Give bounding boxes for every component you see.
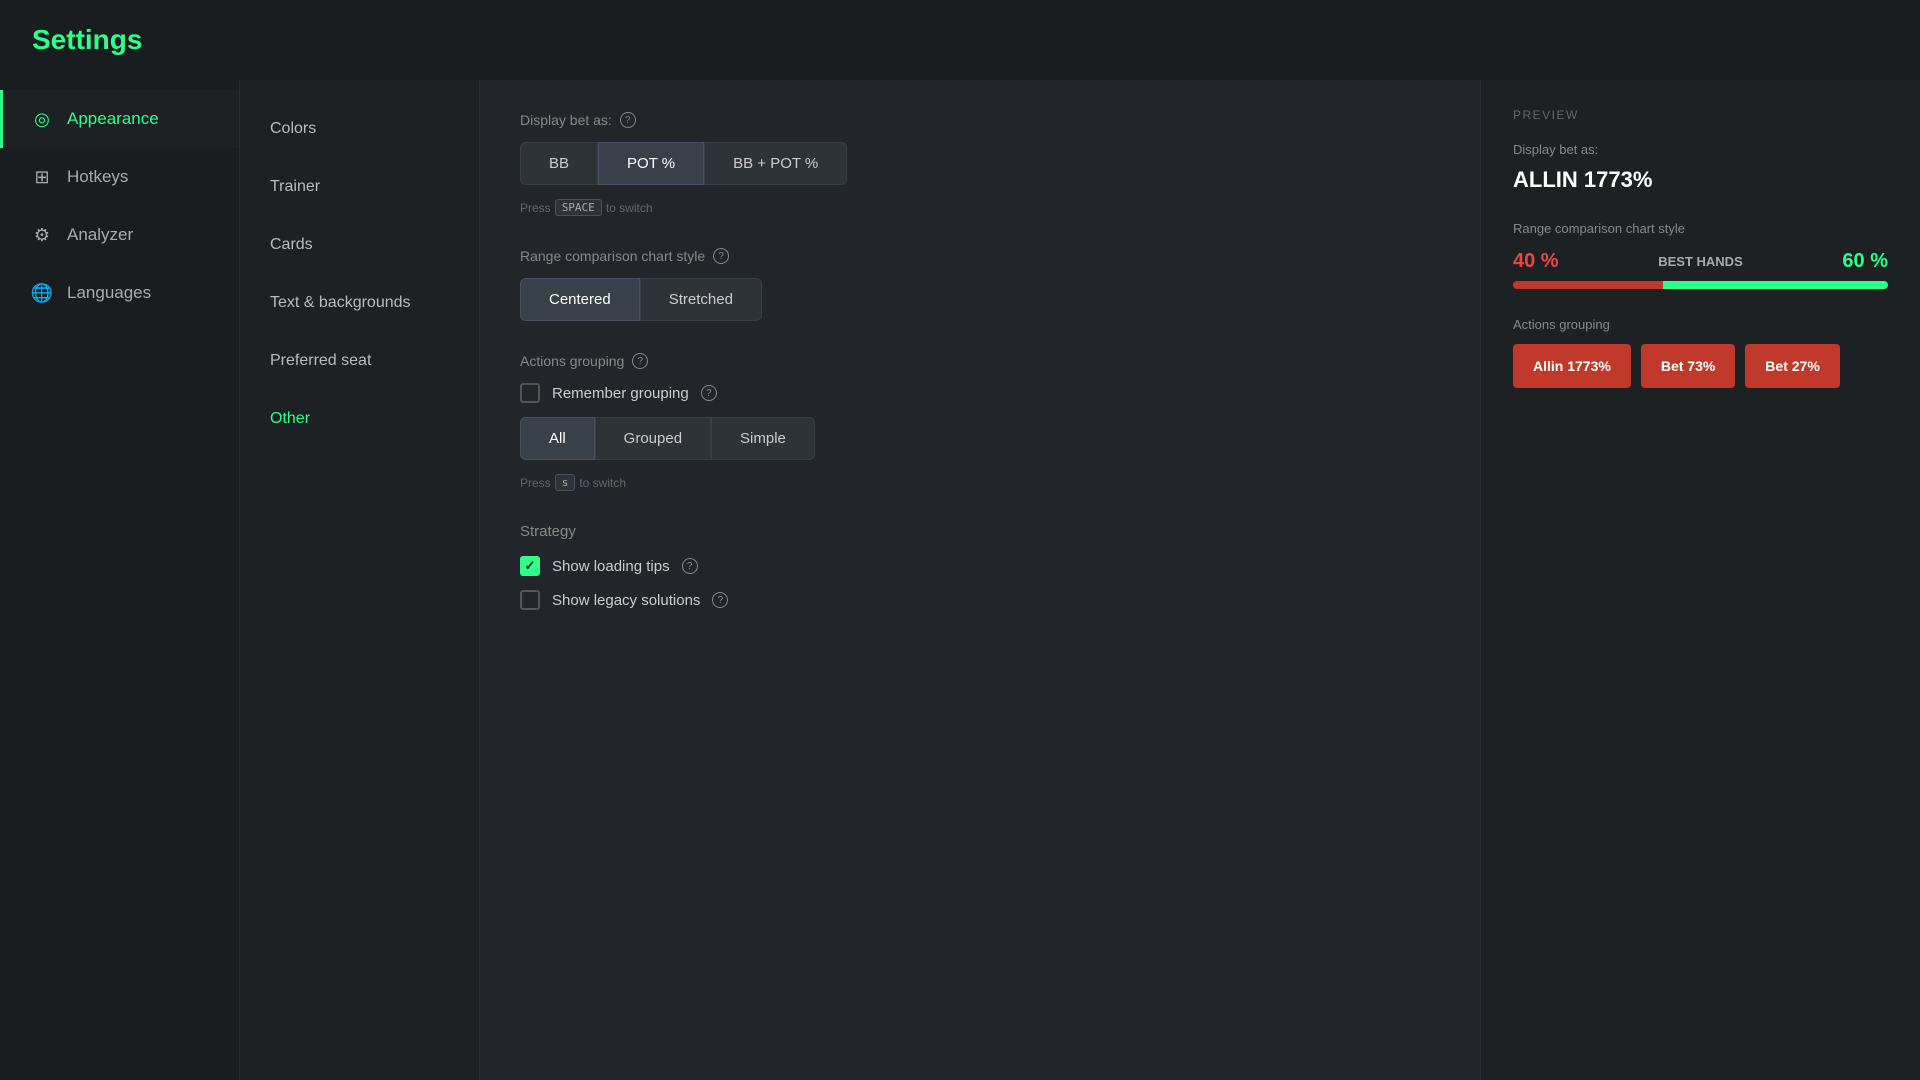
sidebar-label-languages: Languages (67, 283, 151, 303)
preview-chart: 40 % BEST HANDS 60 % (1513, 250, 1888, 289)
appearance-icon: ◎ (31, 108, 53, 130)
chart-row: 40 % BEST HANDS 60 % (1513, 250, 1888, 273)
preview-panel: PREVIEW Display bet as: ALLIN 1773% Rang… (1480, 80, 1920, 1080)
show-loading-tips-help-icon[interactable]: ? (682, 558, 698, 574)
show-legacy-solutions-checkbox[interactable] (520, 590, 540, 610)
preview-allin-btn[interactable]: Allin 1773% (1513, 344, 1631, 388)
show-legacy-solutions-row: Show legacy solutions ? (520, 590, 1440, 610)
chart-bar-container (1513, 281, 1888, 289)
display-bet-label: Display bet as: ? (520, 112, 1440, 128)
display-bet-bb-btn[interactable]: BB (520, 142, 598, 185)
actions-grouping-btn-group: All Grouped Simple (520, 417, 1440, 460)
show-loading-tips-label: Show loading tips (552, 558, 670, 575)
preview-action-btns: Allin 1773% Bet 73% Bet 27% (1513, 344, 1888, 388)
sidebar-item-hotkeys[interactable]: ⊞ Hotkeys (0, 148, 239, 206)
actions-all-btn[interactable]: All (520, 417, 595, 460)
strategy-label: Strategy (520, 523, 1440, 540)
chart-bar-right (1663, 281, 1888, 289)
sidebar-item-analyzer[interactable]: ⚙ Analyzer (0, 206, 239, 264)
page-title: Settings (32, 24, 142, 55)
strategy-section: Strategy Show loading tips ? Show legacy… (520, 523, 1440, 610)
analyzer-icon: ⚙ (31, 224, 53, 246)
range-chart-centered-btn[interactable]: Centered (520, 278, 640, 321)
chart-center-label: BEST HANDS (1658, 254, 1743, 269)
actions-grouped-btn[interactable]: Grouped (595, 417, 711, 460)
header: Settings (0, 0, 1920, 80)
sidebar-item-appearance[interactable]: ◎ Appearance (0, 90, 239, 148)
display-bet-press-hint: Press SPACE to switch (520, 199, 1440, 216)
display-bet-btn-group: BB POT % BB + POT % (520, 142, 1440, 185)
display-bet-bbpot-btn[interactable]: BB + POT % (704, 142, 847, 185)
preview-grouping-label: Actions grouping (1513, 317, 1888, 332)
sidebar-item-languages[interactable]: 🌐 Languages (0, 264, 239, 322)
range-chart-section: Range comparison chart style ? Centered … (520, 248, 1440, 321)
sidebar-label-hotkeys: Hotkeys (67, 167, 128, 187)
show-legacy-solutions-help-icon[interactable]: ? (712, 592, 728, 608)
remember-grouping-help-icon[interactable]: ? (701, 385, 717, 401)
display-bet-help-icon[interactable]: ? (620, 112, 636, 128)
chart-right-pct: 60 % (1842, 250, 1888, 273)
remember-grouping-row: Remember grouping ? (520, 383, 1440, 403)
preview-bet27-btn[interactable]: Bet 27% (1745, 344, 1839, 388)
sub-item-trainer[interactable]: Trainer (240, 158, 479, 216)
remember-grouping-label: Remember grouping (552, 385, 689, 402)
chart-bar-left (1513, 281, 1663, 289)
actions-simple-btn[interactable]: Simple (711, 417, 815, 460)
sidebar-label-analyzer: Analyzer (67, 225, 133, 245)
sub-item-text-backgrounds[interactable]: Text & backgrounds (240, 274, 479, 332)
remember-grouping-checkbox[interactable] (520, 383, 540, 403)
actions-grouping-section: Actions grouping ? Remember grouping ? A… (520, 353, 1440, 491)
sub-item-cards[interactable]: Cards (240, 216, 479, 274)
sub-item-other[interactable]: Other (240, 390, 479, 448)
s-key-badge: s (555, 474, 576, 491)
actions-grouping-label: Actions grouping ? (520, 353, 1440, 369)
sidebar-nav: ◎ Appearance ⊞ Hotkeys ⚙ Analyzer 🌐 Lang… (0, 80, 240, 1080)
chart-left-pct: 40 % (1513, 250, 1559, 273)
main-layout: ◎ Appearance ⊞ Hotkeys ⚙ Analyzer 🌐 Lang… (0, 80, 1920, 1080)
sub-item-preferred-seat[interactable]: Preferred seat (240, 332, 479, 390)
range-chart-label: Range comparison chart style ? (520, 248, 1440, 264)
range-chart-stretched-btn[interactable]: Stretched (640, 278, 762, 321)
space-key-badge: SPACE (555, 199, 602, 216)
display-bet-pot-btn[interactable]: POT % (598, 142, 704, 185)
preview-bet-value: ALLIN 1773% (1513, 167, 1888, 193)
preview-bet73-btn[interactable]: Bet 73% (1641, 344, 1735, 388)
sidebar-label-appearance: Appearance (67, 109, 159, 129)
preview-chart-label: Range comparison chart style (1513, 221, 1888, 236)
range-chart-btn-group: Centered Stretched (520, 278, 1440, 321)
display-bet-section: Display bet as: ? BB POT % BB + POT % Pr… (520, 112, 1440, 216)
show-loading-tips-row: Show loading tips ? (520, 556, 1440, 576)
sidebar-sub: Colors Trainer Cards Text & backgrounds … (240, 80, 480, 1080)
sub-item-colors[interactable]: Colors (240, 100, 479, 158)
range-chart-help-icon[interactable]: ? (713, 248, 729, 264)
show-loading-tips-checkbox[interactable] (520, 556, 540, 576)
hotkeys-icon: ⊞ (31, 166, 53, 188)
preview-display-bet-label: Display bet as: (1513, 142, 1888, 157)
show-legacy-solutions-label: Show legacy solutions (552, 592, 700, 609)
actions-press-hint: Press s to switch (520, 474, 1440, 491)
preview-title: PREVIEW (1513, 108, 1888, 122)
languages-icon: 🌐 (31, 282, 53, 304)
content-area: Display bet as: ? BB POT % BB + POT % Pr… (480, 80, 1480, 1080)
actions-grouping-help-icon[interactable]: ? (632, 353, 648, 369)
